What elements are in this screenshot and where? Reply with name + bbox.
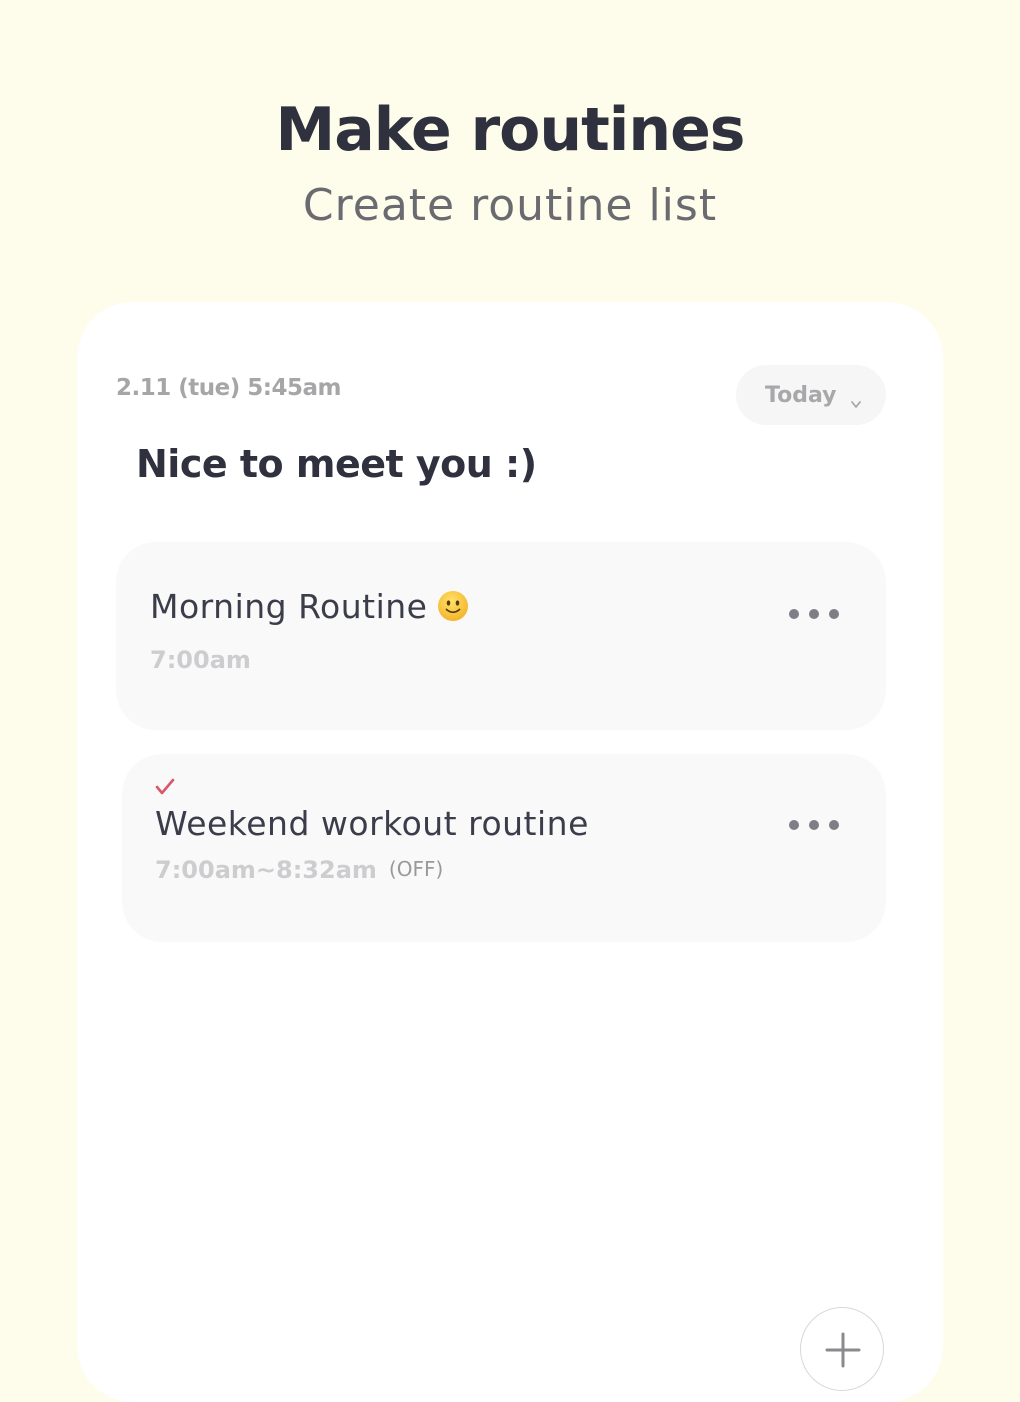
today-filter-dropdown[interactable]: Today: [736, 365, 886, 425]
routine-title: Weekend workout routine: [155, 804, 589, 843]
current-datetime: 2.11 (tue) 5:45am: [116, 375, 341, 401]
more-horizontal-icon[interactable]: [789, 815, 839, 835]
plus-icon: [825, 1332, 861, 1368]
routine-item-morning[interactable]: Morning Routine 7:00am: [116, 542, 886, 730]
page-title: Make routines: [275, 95, 746, 165]
routine-time: 7:00am: [150, 646, 251, 674]
checkmark-icon: [154, 776, 176, 798]
routine-card: 2.11 (tue) 5:45am Today Nice to meet you…: [77, 302, 943, 1402]
routine-status-badge: (OFF): [388, 857, 444, 881]
add-routine-button[interactable]: [800, 1307, 884, 1391]
greeting-heading: Nice to meet you :): [136, 442, 537, 486]
page-subtitle: Create routine list: [302, 180, 718, 231]
routine-item-weekend[interactable]: Weekend workout routine 7:00am~8:32am (OF…: [122, 754, 886, 942]
more-horizontal-icon[interactable]: [789, 604, 839, 624]
routine-title: Morning Routine: [150, 587, 428, 626]
routine-title-row: Morning Routine: [150, 587, 469, 626]
today-filter-label: Today: [765, 382, 837, 408]
chevron-down-icon: [850, 391, 862, 408]
smiling-face-emoji-icon: [437, 590, 469, 622]
routine-time: 7:00am~8:32am: [155, 856, 377, 884]
routine-time-row: 7:00am~8:32am (OFF): [155, 856, 443, 884]
